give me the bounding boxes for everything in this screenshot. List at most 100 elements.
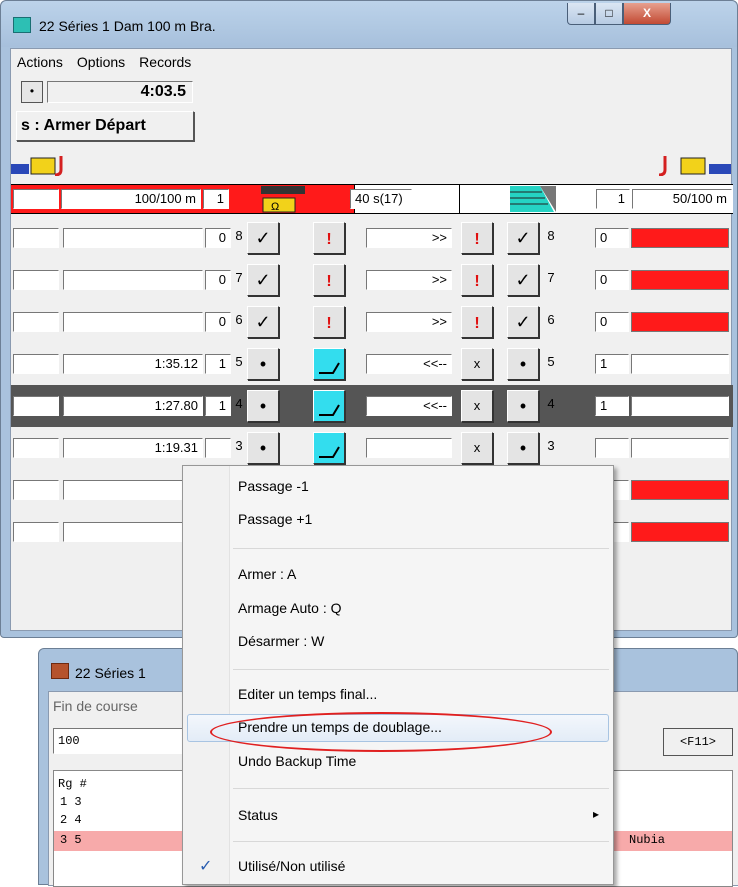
lane-arm-right-button[interactable]: ✓	[507, 222, 539, 254]
pin-icon: ǃ	[326, 273, 332, 290]
lane-row: 1:27.80 1 4 • <<-- x • 4 1	[11, 385, 733, 427]
touchpad-left-icon	[11, 156, 63, 176]
lane-pin-right-button[interactable]: ǃ	[461, 222, 493, 254]
lane-status-bar	[631, 480, 729, 500]
lane-arm-button[interactable]: ✓	[247, 222, 279, 254]
menu-actions[interactable]: Actions	[17, 54, 63, 70]
menu-item-disarm[interactable]: Désarmer : W	[238, 633, 324, 649]
lane-number: 8	[235, 228, 243, 243]
lane-x-button[interactable]: x	[461, 432, 493, 464]
header-lane-count: 1	[203, 189, 229, 209]
distance-input[interactable]: 100	[53, 728, 193, 754]
lane-arm-right-button[interactable]: ✓	[507, 306, 539, 338]
arm-start-button[interactable]: s : Armer Départ	[16, 111, 194, 141]
race-timer: 4:03.5	[47, 81, 193, 103]
lane-number-right: 4	[547, 396, 555, 411]
pin-icon: ǃ	[326, 315, 332, 332]
lane-field-blank	[13, 396, 59, 416]
menu-separator	[233, 841, 609, 842]
menu-item-edit-final-time[interactable]: Editer un temps final...	[238, 686, 377, 702]
pin-icon: ǃ	[474, 273, 480, 290]
list-item[interactable]: 1 3	[60, 795, 82, 809]
title-bar: 22 Séries 1 Dam 100 m Bra. – □ X	[1, 1, 737, 47]
lane-field-blank	[13, 438, 59, 458]
menu-item-used-toggle[interactable]: Utilisé/Non utilisé	[238, 858, 345, 874]
lane-arm-button[interactable]: •	[247, 348, 279, 380]
menu-end-of-race[interactable]: Fin de course	[53, 698, 138, 714]
results-list-header: Rg #	[58, 777, 87, 791]
check-icon: ✓	[515, 228, 531, 248]
f11-button[interactable]: <F11>	[663, 728, 733, 756]
lane-touch-button[interactable]	[313, 348, 345, 380]
lane-count-left: 1	[205, 354, 231, 374]
lane-pin-button[interactable]: ǃ	[313, 306, 345, 338]
check-icon: ✓	[255, 270, 271, 290]
stairs-icon	[510, 186, 556, 212]
menu-item-passage-minus[interactable]: Passage -1	[238, 478, 309, 494]
header-field-blank	[13, 189, 59, 209]
menu-gutter	[183, 466, 230, 884]
lane-status-bar	[631, 228, 729, 248]
menu-item-arm[interactable]: Armer : A	[238, 566, 296, 582]
lane-arm-right-button[interactable]: •	[507, 348, 539, 380]
swimmer-touch-icon	[319, 362, 340, 374]
menu-item-status[interactable]: Status	[238, 807, 278, 823]
lane-arm-right-button[interactable]: •	[507, 390, 539, 422]
list-item[interactable]: 2 4	[60, 813, 82, 827]
check-icon: ✓	[515, 312, 531, 332]
lane-arm-button[interactable]: •	[247, 432, 279, 464]
menu-item-passage-plus[interactable]: Passage +1	[238, 511, 312, 527]
submenu-arrow-icon: ▸	[593, 807, 600, 821]
check-icon: ✓	[515, 270, 531, 290]
maximize-button[interactable]: □	[595, 3, 623, 25]
dot-icon: •	[519, 354, 527, 374]
header-distance-right: 50/100 m	[632, 189, 732, 209]
menu-separator	[233, 788, 609, 789]
dot-button[interactable]: •	[21, 81, 43, 103]
touchpad-right-icon	[658, 156, 731, 176]
check-icon: ✓	[255, 228, 271, 248]
lane-x-button[interactable]: x	[461, 348, 493, 380]
menu-item-undo-backup-time[interactable]: Undo Backup Time	[238, 753, 356, 769]
lane-number: 7	[235, 270, 243, 285]
lane-number: 5	[235, 354, 243, 369]
lane-count-right: 1	[595, 396, 629, 416]
window-title: 22 Séries 1 Dam 100 m Bra.	[39, 18, 216, 34]
header-strip-right: 1 50/100 m	[460, 184, 733, 214]
lane-arm-button[interactable]: •	[247, 390, 279, 422]
lane-touch-button[interactable]	[313, 390, 345, 422]
dot-icon: •	[519, 438, 527, 458]
lane-field-blank	[13, 312, 59, 332]
lane-pin-button[interactable]: ǃ	[313, 222, 345, 254]
lane-touch-button[interactable]	[313, 432, 345, 464]
lane-number-right: 7	[547, 270, 555, 285]
lane-status-bar	[631, 522, 729, 542]
lane-pin-right-button[interactable]: ǃ	[461, 306, 493, 338]
lane-arm-button[interactable]: ✓	[247, 306, 279, 338]
lane-number-right: 8	[547, 228, 555, 243]
app-icon	[13, 17, 31, 33]
lane-pin-right-button[interactable]: ǃ	[461, 264, 493, 296]
x-icon: x	[473, 356, 481, 371]
lane-field-blank	[13, 480, 59, 500]
close-button[interactable]: X	[623, 3, 671, 25]
lane-pin-button[interactable]: ǃ	[313, 264, 345, 296]
lane-count-left: 1	[205, 396, 231, 416]
lane-number-right: 3	[547, 438, 555, 453]
menu-options[interactable]: Options	[77, 54, 125, 70]
context-menu: Passage -1 Passage +1 Armer : A Armage A…	[182, 465, 614, 885]
lane-x-button[interactable]: x	[461, 390, 493, 422]
lane-arm-button[interactable]: ✓	[247, 264, 279, 296]
lane-count-right: 0	[595, 228, 629, 248]
minimize-button[interactable]: –	[567, 3, 595, 25]
lane-number-right: 5	[547, 354, 555, 369]
pin-icon: ǃ	[326, 231, 332, 248]
swimmer-touch-icon	[319, 404, 340, 416]
lane-arm-right-button[interactable]: ✓	[507, 264, 539, 296]
header-distance-left: 100/100 m	[61, 189, 201, 209]
lane-arm-right-button[interactable]: •	[507, 432, 539, 464]
menu-item-auto-arm[interactable]: Armage Auto : Q	[238, 600, 342, 616]
menu-records[interactable]: Records	[139, 54, 191, 70]
lane-count-left: 0	[205, 270, 231, 290]
lane-count-left: 0	[205, 312, 231, 332]
